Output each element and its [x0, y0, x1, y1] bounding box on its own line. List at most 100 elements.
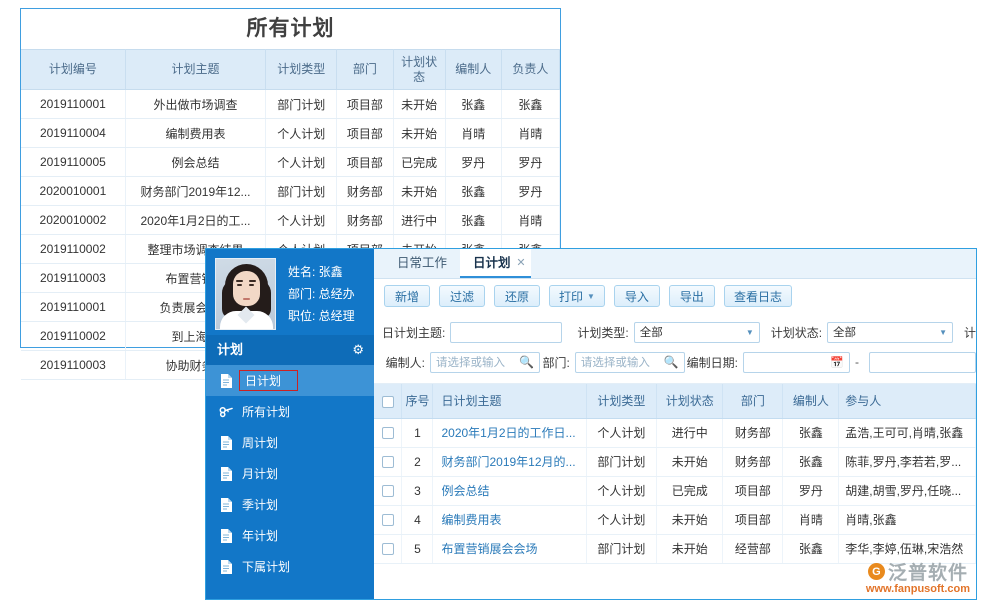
tab-bar: 日常工作 日计划 ✕: [374, 249, 976, 279]
export-button[interactable]: 导出: [669, 285, 715, 307]
table-row[interactable]: 3例会总结个人计划已完成项目部罗丹胡建,胡雪,罗丹,任晓...: [374, 476, 976, 505]
cell-num: 2019110003: [21, 351, 125, 380]
col-plan-topic[interactable]: 计划主题: [125, 50, 265, 90]
table-row[interactable]: 4编制费用表个人计划未开始项目部肖晴肖晴,张鑫: [374, 505, 976, 534]
print-button[interactable]: 打印 ▼: [549, 285, 605, 307]
cell-topic[interactable]: 编制费用表: [433, 505, 586, 534]
sidebar-item-4[interactable]: 月计划: [206, 458, 374, 489]
cell-topic[interactable]: 布置营销展会会场: [433, 534, 586, 563]
sidebar-item-7[interactable]: 下属计划: [206, 551, 374, 582]
filter-button[interactable]: 过滤: [439, 285, 485, 307]
day-plan-link[interactable]: 例会总结: [441, 484, 489, 498]
day-plan-link[interactable]: 2020年1月2日的工作日...: [441, 426, 575, 440]
plan-type-select[interactable]: 全部 ▼: [634, 322, 760, 343]
row-checkbox-cell[interactable]: [374, 418, 402, 447]
row-checkbox[interactable]: [382, 485, 394, 497]
cell-state: 未开始: [393, 90, 445, 119]
gear-icon[interactable]: ⚙: [352, 335, 364, 365]
select-all-header[interactable]: [374, 384, 402, 418]
cell-type: 个人计划: [266, 148, 337, 177]
row-checkbox-cell[interactable]: [374, 447, 402, 476]
col-owner[interactable]: 负责人: [501, 50, 559, 90]
department-placeholder: 请选择或输入: [581, 354, 650, 370]
day-plan-link[interactable]: 财务部门2019年12月的...: [441, 455, 575, 469]
cell-topic[interactable]: 例会总结: [433, 476, 586, 505]
col-creator[interactable]: 编制人: [445, 50, 501, 90]
cell-type: 个人计划: [586, 505, 656, 534]
table-row[interactable]: 2019110001外出做市场调查部门计划项目部未开始张鑫张鑫: [21, 90, 560, 119]
calendar-icon[interactable]: 📅: [830, 356, 844, 369]
col-plan-state[interactable]: 计划状态: [393, 50, 445, 90]
department-label: 部门:: [542, 354, 569, 371]
cell-dept: 财务部: [337, 177, 393, 206]
create-date-to-input[interactable]: [869, 352, 976, 373]
col-plan-type[interactable]: 计划类型: [586, 384, 656, 418]
tab-daily-work[interactable]: 日常工作: [384, 249, 460, 278]
search-icon[interactable]: 🔍: [664, 355, 679, 369]
search-icon[interactable]: 🔍: [519, 355, 534, 369]
col-department[interactable]: 部门: [337, 50, 393, 90]
table-row[interactable]: 20200100022020年1月2日的工...个人计划财务部进行中张鑫肖晴: [21, 206, 560, 235]
col-plan-number[interactable]: 计划编号: [21, 50, 125, 90]
field-plan-type: 计划类型: 全部 ▼: [577, 322, 759, 343]
cell-type: 部门计划: [586, 534, 656, 563]
view-log-button-label: 查看日志: [734, 288, 782, 305]
sidebar-item-5[interactable]: 季计划: [206, 489, 374, 520]
close-icon[interactable]: ✕: [516, 249, 525, 277]
col-creator[interactable]: 编制人: [783, 384, 839, 418]
document-icon: [219, 436, 233, 450]
cut-off-label: 计: [964, 324, 976, 341]
add-button[interactable]: 新增: [384, 285, 430, 307]
sidebar-item-6[interactable]: 年计划: [206, 520, 374, 551]
sidebar-item-3[interactable]: 周计划: [206, 427, 374, 458]
table-row[interactable]: 5布置营销展会会场部门计划未开始经营部张鑫李华,李婷,伍琳,宋浩然: [374, 534, 976, 563]
view-log-button[interactable]: 查看日志: [724, 285, 792, 307]
cell-participants: 李华,李婷,伍琳,宋浩然: [839, 534, 976, 563]
department-input[interactable]: 请选择或输入 🔍: [575, 352, 685, 373]
row-checkbox[interactable]: [382, 456, 394, 468]
col-participants[interactable]: 参与人: [839, 384, 976, 418]
cell-owner: 罗丹: [501, 148, 559, 177]
user-profile: 姓名: 张鑫 部门: 总经办 职位: 总经理: [206, 249, 374, 335]
table-row[interactable]: 2019110004编制费用表个人计划项目部未开始肖晴肖晴: [21, 119, 560, 148]
row-checkbox[interactable]: [382, 427, 394, 439]
import-button[interactable]: 导入: [614, 285, 660, 307]
toolbar: 新增 过滤 还原 打印 ▼ 导入 导出 查看: [374, 279, 976, 313]
row-checkbox[interactable]: [382, 543, 394, 555]
row-checkbox-cell[interactable]: [374, 476, 402, 505]
day-plan-link[interactable]: 编制费用表: [441, 513, 501, 527]
cell-state: 已完成: [657, 476, 723, 505]
row-checkbox[interactable]: [382, 514, 394, 526]
select-all-checkbox[interactable]: [382, 396, 394, 408]
col-day-topic[interactable]: 日计划主题: [433, 384, 586, 418]
col-plan-type[interactable]: 计划类型: [266, 50, 337, 90]
row-checkbox-cell[interactable]: [374, 534, 402, 563]
cell-topic[interactable]: 2020年1月2日的工作日...: [433, 418, 586, 447]
day-plan-link[interactable]: 布置营销展会会场: [441, 542, 537, 556]
export-button-label: 导出: [680, 288, 704, 305]
sidebar-item-label: 月计划: [242, 465, 278, 482]
creator-input[interactable]: 请选择或输入 🔍: [430, 352, 540, 373]
table-row[interactable]: 2财务部门2019年12月的...部门计划未开始财务部张鑫陈菲,罗丹,李若若,罗…: [374, 447, 976, 476]
cell-dept: 经营部: [723, 534, 783, 563]
profile-title: 职位: 总经理: [288, 305, 355, 327]
day-plan-grid-wrapper[interactable]: 序号 日计划主题 计划类型 计划状态 部门 编制人 参与人 12020年1月2日…: [374, 384, 976, 599]
row-checkbox-cell[interactable]: [374, 505, 402, 534]
plan-state-select[interactable]: 全部 ▼: [827, 322, 953, 343]
col-department[interactable]: 部门: [723, 384, 783, 418]
restore-button[interactable]: 还原: [494, 285, 540, 307]
col-index[interactable]: 序号: [402, 384, 433, 418]
creator-placeholder: 请选择或输入: [436, 354, 505, 370]
print-button-label: 打印: [559, 288, 583, 305]
table-row[interactable]: 12020年1月2日的工作日...个人计划进行中财务部张鑫孟浩,王可可,肖晴,张…: [374, 418, 976, 447]
cell-topic[interactable]: 财务部门2019年12月的...: [433, 447, 586, 476]
table-row[interactable]: 2019110005例会总结个人计划项目部已完成罗丹罗丹: [21, 148, 560, 177]
topic-input[interactable]: [450, 322, 562, 343]
col-plan-state[interactable]: 计划状态: [657, 384, 723, 418]
sidebar-item-2[interactable]: 所有计划: [206, 396, 374, 427]
create-date-from-input[interactable]: 📅: [743, 352, 850, 373]
all-plans-title: 所有计划: [21, 9, 560, 49]
table-row[interactable]: 2020010001财务部门2019年12...部门计划财务部未开始张鑫罗丹: [21, 177, 560, 206]
sidebar-item-1[interactable]: 日计划: [206, 365, 374, 396]
tab-day-plan[interactable]: 日计划 ✕: [460, 249, 531, 278]
